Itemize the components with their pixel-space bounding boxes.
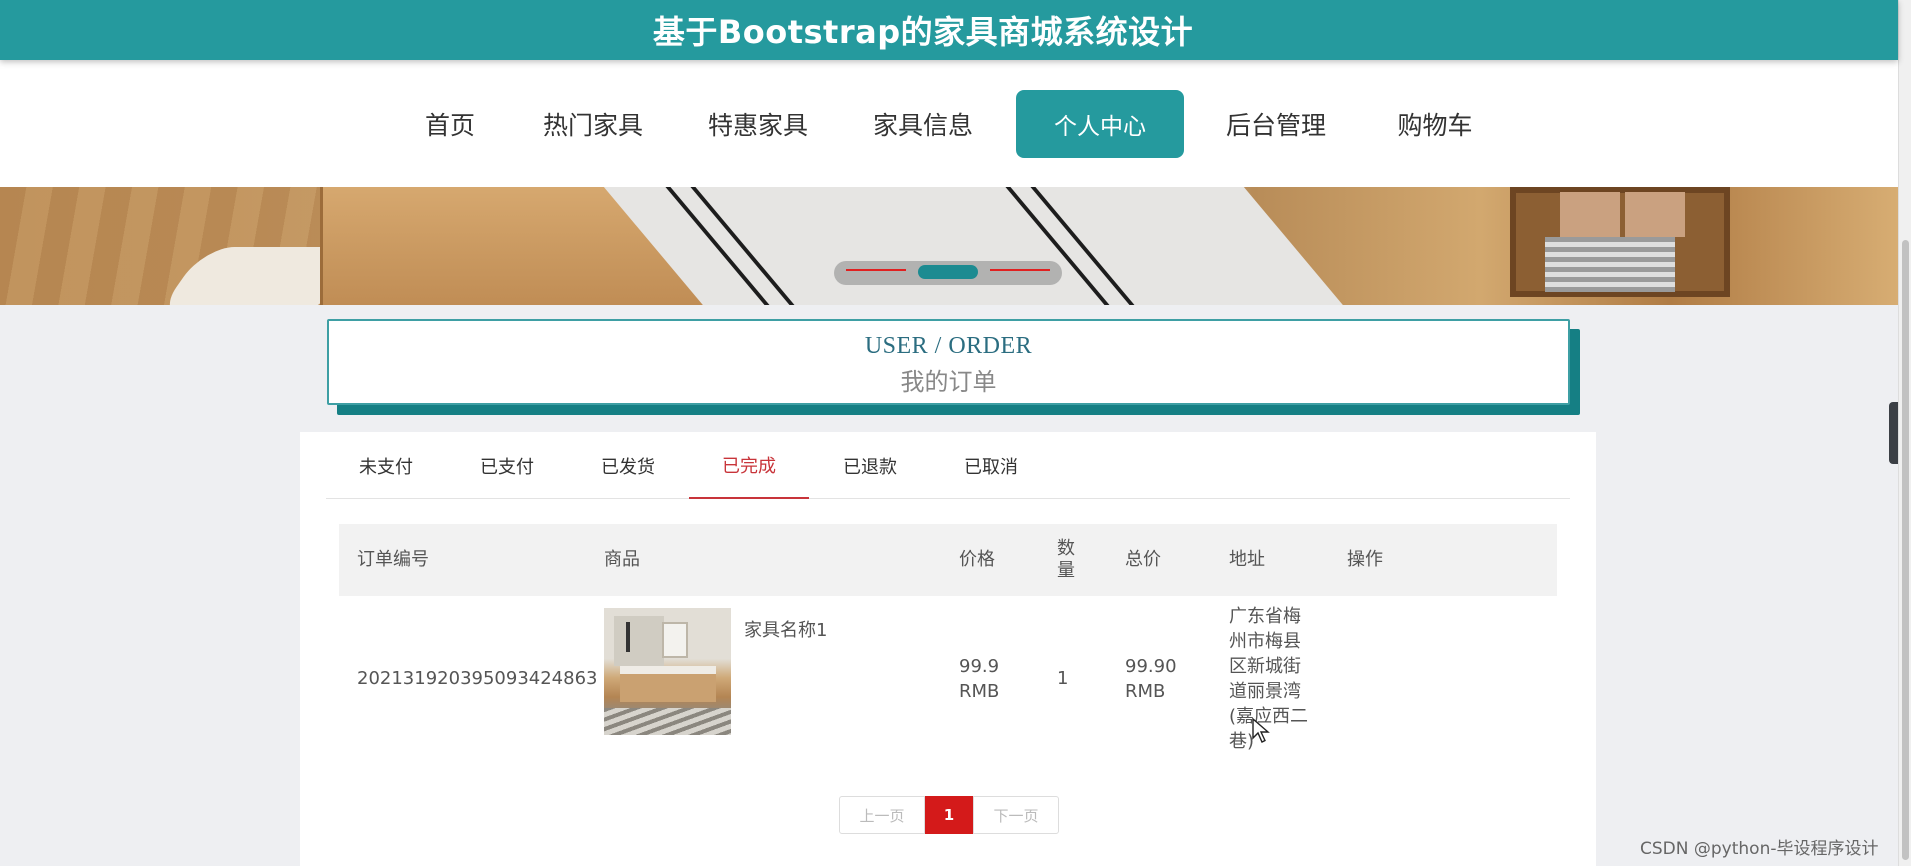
- nav-item-home[interactable]: 首页: [408, 90, 492, 158]
- carousel-dot[interactable]: [846, 269, 906, 271]
- quantity-value: 1: [1057, 668, 1069, 689]
- orders-panel: 未支付 已支付 已发货 已完成 已退款 已取消 订单编号 商品 价格 数 量 总…: [300, 432, 1596, 866]
- main-nav: 首页 热门家具 特惠家具 家具信息 个人中心 后台管理 购物车: [0, 60, 1898, 187]
- total-unit: RMB: [1125, 681, 1166, 702]
- nav-item-discount-furniture[interactable]: 特惠家具: [693, 90, 823, 158]
- banner-box: [1625, 192, 1685, 237]
- tab-refunded[interactable]: 已退款: [810, 432, 930, 499]
- product-thumbnail[interactable]: [604, 608, 731, 735]
- price-unit: RMB: [959, 681, 1000, 702]
- nav-item-admin[interactable]: 后台管理: [1211, 90, 1341, 158]
- price-cell: 99.9 RMB: [959, 654, 999, 704]
- address-line: 区新城街: [1229, 656, 1301, 677]
- header-order-no: 订单编号: [357, 549, 429, 570]
- tab-completed[interactable]: 已完成: [689, 432, 809, 499]
- product-name[interactable]: 家具名称1: [744, 618, 827, 643]
- thumbnail-frame: [662, 622, 688, 658]
- tab-paid[interactable]: 已支付: [447, 432, 567, 499]
- nav-item-personal-center[interactable]: 个人中心: [1016, 90, 1184, 158]
- banner-box: [1560, 192, 1620, 237]
- prev-page-button[interactable]: 上一页: [839, 796, 925, 834]
- address-line: 广东省梅: [1229, 606, 1301, 627]
- app-title: 基于Bootstrap的家具商城系统设计: [652, 13, 1194, 51]
- header-quantity-line1: 数: [1057, 538, 1075, 559]
- tab-unpaid[interactable]: 未支付: [326, 432, 446, 499]
- orders-table: 订单编号 商品 价格 数 量 总价 地址 操作 2021319203950934…: [339, 524, 1557, 756]
- tab-shipped[interactable]: 已发货: [568, 432, 688, 499]
- order-number: 202131920395093424863: [357, 668, 598, 689]
- hero-banner: [0, 187, 1898, 305]
- total-value: 99.90: [1125, 656, 1177, 677]
- watermark: CSDN @python-毕设程序设计: [1640, 839, 1879, 859]
- header-quantity-line2: 量: [1057, 560, 1075, 581]
- next-page-button[interactable]: 下一页: [973, 796, 1059, 834]
- carousel-indicators: [834, 261, 1062, 285]
- carousel-dot-active[interactable]: [918, 265, 978, 279]
- nav-item-hot-furniture[interactable]: 热门家具: [528, 90, 658, 158]
- page-scrollbar[interactable]: [1898, 0, 1911, 866]
- section-title-en: USER / ORDER: [864, 333, 1033, 359]
- banner-books: [1545, 237, 1675, 292]
- thumbnail-wall: [614, 616, 664, 666]
- header-address: 地址: [1229, 549, 1265, 570]
- banner-bedsheet: [587, 187, 1353, 305]
- address-line: 州市梅县: [1229, 631, 1301, 652]
- total-cell: 99.90 RMB: [1125, 654, 1177, 704]
- carousel-dot[interactable]: [990, 269, 1050, 271]
- thumbnail-rug: [604, 708, 731, 735]
- order-status-tabs: 未支付 已支付 已发货 已完成 已退款 已取消: [326, 432, 1570, 499]
- tab-cancelled[interactable]: 已取消: [931, 432, 1051, 499]
- scrollbar-thumb[interactable]: [1902, 240, 1909, 860]
- section-title-cn: 我的订单: [900, 370, 997, 396]
- price-value: 99.9: [959, 656, 1000, 677]
- pagination: 上一页 1 下一页: [839, 796, 1059, 834]
- section-header: USER / ORDER 我的订单: [327, 319, 1570, 405]
- header-total: 总价: [1125, 549, 1161, 570]
- nav-item-furniture-info[interactable]: 家具信息: [858, 90, 988, 158]
- header-product: 商品: [604, 549, 640, 570]
- mouse-pointer-icon: [1252, 718, 1270, 743]
- thumbnail-lamp: [626, 622, 630, 652]
- page-number-current[interactable]: 1: [925, 796, 973, 834]
- table-row[interactable]: 202131920395093424863 家具名称1 99.9 RMB 1 9…: [339, 596, 1557, 756]
- app-title-bar: 基于Bootstrap的家具商城系统设计: [0, 0, 1898, 60]
- header-quantity: 数 量: [1057, 524, 1075, 596]
- header-price: 价格: [959, 549, 995, 570]
- nav-item-cart[interactable]: 购物车: [1380, 90, 1490, 158]
- header-action: 操作: [1347, 549, 1383, 570]
- address-line: 道丽景湾: [1229, 681, 1301, 702]
- table-header: 订单编号 商品 价格 数 量 总价 地址 操作: [339, 524, 1557, 596]
- thumbnail-bed: [620, 666, 716, 702]
